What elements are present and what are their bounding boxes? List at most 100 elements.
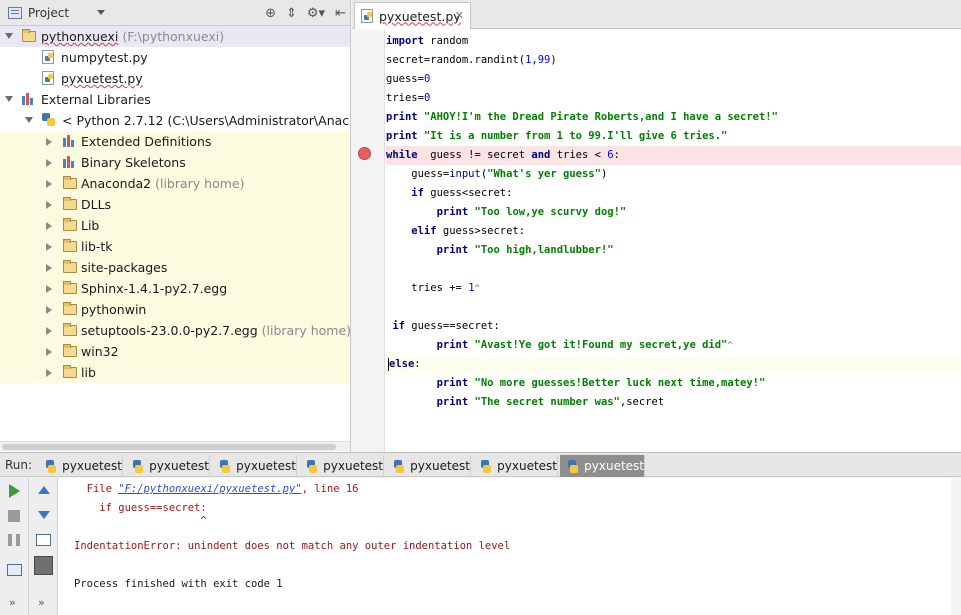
string-literal: "No more guesses!Better luck next time,m… [468, 377, 766, 389]
tree-item-label: lib-tk [81, 239, 113, 254]
expand-arrow-icon[interactable] [46, 285, 52, 293]
scroll-from-source-icon[interactable]: ⊕ [265, 6, 276, 21]
project-icon [8, 6, 22, 19]
editor-tab-bar: pyxuetest.py ✕ [352, 0, 961, 29]
code-area[interactable]: import random secret=random.randint(1,99… [386, 30, 961, 452]
builtin: input [449, 168, 481, 180]
run-tab[interactable]: pyxuetest [38, 455, 123, 477]
console-text: , line 16 [301, 483, 359, 495]
tree-item-lib-tk[interactable]: lib-tk [0, 236, 350, 257]
expand-arrow-icon[interactable] [46, 159, 52, 167]
keyword: print [386, 396, 469, 408]
close-icon[interactable]: ✕ [455, 9, 464, 22]
expand-arrow-icon[interactable] [25, 117, 33, 123]
breakpoint-icon[interactable] [358, 147, 371, 160]
tree-item-label: lib [81, 365, 96, 380]
run-tab[interactable]: pyxuetest [212, 455, 297, 477]
expand-arrow-icon[interactable] [46, 264, 52, 272]
tree-item-label: Sphinx-1.4.1-py2.7.egg [81, 281, 228, 296]
tree-item-numpytest[interactable]: numpytest.py [0, 47, 350, 68]
stop-icon[interactable] [8, 510, 20, 522]
python-file-icon [42, 71, 54, 85]
chevron-down-icon[interactable] [97, 10, 105, 15]
code-line: elif guess>secret: [386, 222, 961, 241]
arrow-down-icon[interactable] [38, 511, 50, 519]
tree-item-label: win32 [81, 344, 119, 359]
tree-item-lib-lower[interactable]: lib [0, 362, 350, 383]
console-settings-icon[interactable] [34, 556, 53, 575]
tree-item-label: numpytest.py [61, 50, 148, 65]
file-link[interactable]: "F:/pythonxuexi/pyxuetest.py" [118, 483, 301, 495]
tree-item-lib[interactable]: Lib [0, 215, 350, 236]
tree-item-label: site-packages [81, 260, 168, 275]
gear-icon[interactable]: ⚙▾ [307, 6, 325, 21]
error-marker-icon: ^ [727, 341, 733, 351]
soft-wrap-icon[interactable] [36, 534, 51, 546]
project-view-selector[interactable]: Project [28, 6, 69, 20]
expand-arrow-icon[interactable] [46, 306, 52, 314]
tree-item-external-libraries[interactable]: External Libraries [0, 89, 350, 110]
tree-item-anaconda2[interactable]: Anaconda2 (library home) [0, 173, 350, 194]
console-status-line: Process finished with exit code 1 [74, 578, 283, 590]
tree-item-python-sdk[interactable]: < Python 2.7.12 (C:\Users\Administrator\… [0, 110, 350, 131]
tree-item-pythonwin[interactable]: pythonwin [0, 299, 350, 320]
tree-item-win32[interactable]: win32 [0, 341, 350, 362]
error-marker-icon: ^ [474, 284, 480, 294]
horizontal-scrollbar[interactable] [0, 441, 350, 451]
folder-icon [63, 260, 77, 273]
expand-arrow-icon[interactable] [46, 348, 52, 356]
tree-item-label: pythonxuexi [41, 29, 119, 44]
hide-panel-icon[interactable]: ⇤ [335, 6, 346, 21]
keyword: and [531, 149, 551, 161]
tree-item-pythonxuexi[interactable]: pythonxuexi (F:\pythonxuexi) [0, 26, 350, 47]
tree-item-label: DLLs [81, 197, 112, 212]
expand-arrow-icon[interactable] [5, 33, 13, 39]
editor-gutter[interactable] [352, 30, 385, 452]
expand-arrow-icon[interactable] [5, 96, 13, 102]
code-line: tries=0 [386, 89, 961, 108]
keyword: else [389, 358, 415, 370]
more-actions-icon[interactable]: » [9, 596, 16, 609]
expand-arrow-icon[interactable] [46, 369, 52, 377]
expand-arrow-icon[interactable] [46, 327, 52, 335]
keyword: print [386, 206, 469, 218]
run-tab[interactable]: pyxuetest [125, 455, 210, 477]
string-literal: "What's yer guess" [487, 168, 601, 180]
run-tab-active[interactable]: pyxuetest [560, 455, 645, 477]
tree-item-extended-definitions[interactable]: Extended Definitions [0, 131, 350, 152]
expand-arrow-icon[interactable] [46, 201, 52, 209]
tree-item-site-packages[interactable]: site-packages [0, 257, 350, 278]
code-line: print "The secret number was",secret [386, 393, 961, 412]
pause-icon[interactable] [8, 534, 20, 546]
run-tab[interactable]: pyxuetest [386, 455, 471, 477]
tree-item-dlls[interactable]: DLLs [0, 194, 350, 215]
tree-item-binary-skeletons[interactable]: Binary Skeletons [0, 152, 350, 173]
code-line: print "Too high,landlubber!" [386, 241, 961, 260]
code-text: guess>secret: [436, 225, 526, 237]
code-text: tries += [386, 282, 469, 294]
keyword: print [386, 130, 418, 142]
vertical-scrollbar[interactable] [951, 478, 961, 615]
run-tab[interactable]: pyxuetest [299, 455, 384, 477]
string-literal: "AHOY!I'm the Dread Pirate Roberts,and I… [417, 111, 778, 123]
tab-pyxuetest[interactable]: pyxuetest.py ✕ [354, 2, 471, 29]
number-literal: 0 [423, 92, 431, 104]
expand-arrow-icon[interactable] [46, 243, 52, 251]
collapse-all-icon[interactable]: ⇕ [286, 6, 297, 21]
run-toolbar-secondary: » [29, 478, 58, 615]
console-line: ^ [74, 515, 207, 527]
restore-layout-icon[interactable] [7, 564, 22, 576]
scrollbar-thumb[interactable] [2, 444, 336, 450]
tree-item-setuptools-egg[interactable]: setuptools-23.0.0-py2.7.egg (library hom… [0, 320, 350, 341]
more-actions-icon[interactable]: » [38, 596, 45, 609]
run-tab-label: pyxuetest [149, 459, 209, 473]
expand-arrow-icon[interactable] [46, 222, 52, 230]
tree-item-sphinx-egg[interactable]: Sphinx-1.4.1-py2.7.egg [0, 278, 350, 299]
tree-item-pyxuetest[interactable]: pyxuetest.py [0, 68, 350, 89]
rerun-icon[interactable] [9, 484, 20, 498]
arrow-up-icon[interactable] [38, 486, 50, 494]
run-tab[interactable]: pyxuetest [473, 455, 558, 477]
expand-arrow-icon[interactable] [46, 180, 52, 188]
tree-item-label: Binary Skeletons [81, 155, 186, 170]
expand-arrow-icon[interactable] [46, 138, 52, 146]
